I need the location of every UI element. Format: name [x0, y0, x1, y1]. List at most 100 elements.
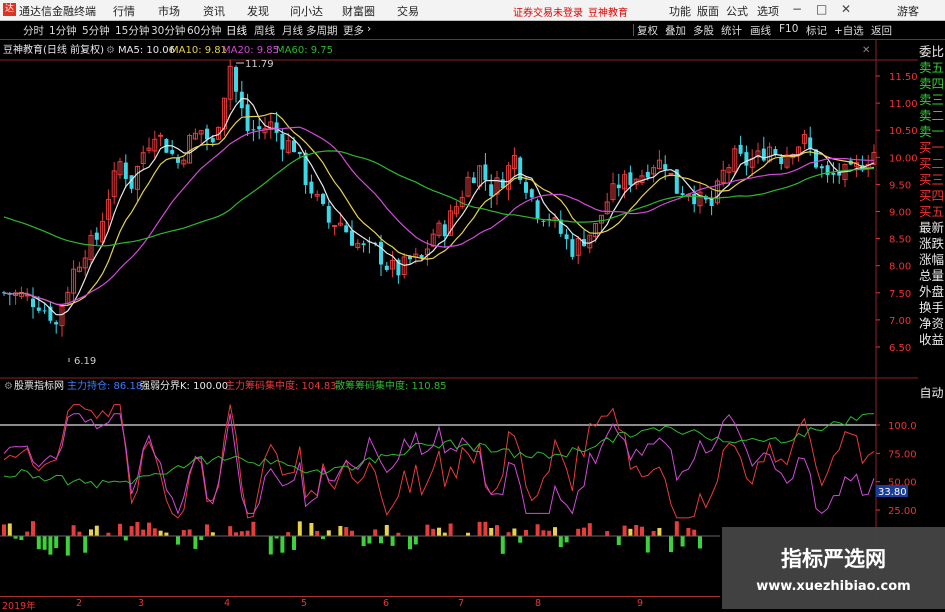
time-label: 4: [224, 598, 231, 609]
tf-daily[interactable]: 日线: [226, 23, 247, 38]
sidebar-earnings[interactable]: 收益: [918, 332, 945, 348]
menu-faxian[interactable]: 发现: [247, 3, 269, 19]
maximize-icon[interactable]: □: [816, 2, 827, 16]
indicator-bar-up: [512, 528, 517, 536]
sidebar-sell3[interactable]: 卖三: [918, 92, 945, 108]
tf-multi-period[interactable]: 多周期: [306, 23, 338, 38]
menu-gongneng[interactable]: 功能: [669, 3, 691, 19]
candle-body-down: [773, 149, 778, 155]
sidebar-change[interactable]: 涨跌: [918, 236, 945, 252]
indicator-title: 股票指标网: [14, 379, 64, 392]
indicator-tick-label: 25.00: [888, 506, 917, 517]
menu-hangqing[interactable]: 行情: [113, 3, 135, 19]
indicator-bar-up: [448, 523, 453, 536]
indicator-bar-up: [483, 521, 488, 536]
more-arrow-icon[interactable]: ›: [367, 23, 371, 35]
candle-body-down: [274, 122, 279, 133]
sidebar-weibi[interactable]: 委比: [918, 44, 945, 60]
kline-chart[interactable]: 豆神教育(日线 前复权) ⚙ MA5: 10.06 MA10: 9.81 MA2…: [0, 40, 918, 596]
indicator-bar-down: [65, 536, 70, 556]
indicator-bar-up: [506, 532, 511, 536]
indicator-bar-up: [605, 531, 610, 536]
btn-back[interactable]: 返回: [871, 23, 892, 38]
tf-fenshi[interactable]: 分时: [23, 23, 44, 38]
tf-monthly[interactable]: 月线: [282, 23, 303, 38]
sidebar-buy1[interactable]: 买一: [918, 140, 945, 156]
indicator-bar-up: [587, 523, 592, 536]
btn-add-watchlist[interactable]: +自选: [834, 23, 864, 38]
close-icon[interactable]: ✕: [841, 2, 851, 16]
price-tick-label: 7.00: [889, 316, 911, 327]
indicator-bar-up: [77, 531, 82, 536]
menu-gongshi[interactable]: 公式: [726, 3, 748, 19]
minimize-icon[interactable]: −: [792, 2, 802, 16]
candle-body-down: [680, 193, 685, 196]
btn-f10[interactable]: F10: [779, 23, 798, 35]
indicator-bar-up: [640, 526, 644, 536]
menu-banmian[interactable]: 版面: [697, 3, 719, 19]
sidebar-change-pct[interactable]: 涨幅: [918, 252, 945, 268]
tf-30min[interactable]: 30分钟: [151, 23, 185, 38]
indicator-bar-up: [657, 527, 662, 536]
indicator-bar-down: [367, 536, 372, 544]
sidebar-volume[interactable]: 总量: [918, 268, 945, 284]
sidebar-buy2[interactable]: 买二: [918, 156, 945, 172]
btn-biaoji[interactable]: 标记: [806, 23, 827, 38]
login-warning[interactable]: 证券交易未登录: [513, 4, 583, 19]
indicator-bar-up: [524, 529, 528, 536]
indicator-bar-up: [7, 523, 12, 536]
sidebar-sell2[interactable]: 卖二: [918, 108, 945, 124]
indicator-bar-up: [2, 524, 6, 536]
time-label: 2: [76, 598, 83, 609]
candle-body-down: [744, 152, 749, 166]
menu-wenxiaoda[interactable]: 问小达: [290, 3, 323, 19]
tf-5min[interactable]: 5分钟: [82, 23, 110, 38]
candle-body-up: [332, 225, 338, 228]
btn-duogu[interactable]: 多股: [693, 23, 714, 38]
candle-body-down: [483, 164, 488, 181]
btn-huaxian[interactable]: 画线: [750, 23, 771, 38]
tf-60min[interactable]: 60分钟: [187, 23, 221, 38]
candle-body-down: [616, 184, 621, 189]
tf-1min[interactable]: 1分钟: [49, 23, 77, 38]
indicator-bar-down: [83, 536, 88, 553]
indicator-bar-down: [176, 536, 180, 545]
menu-jiaoyi[interactable]: 交易: [397, 3, 419, 19]
sidebar-sell5[interactable]: 卖五: [918, 60, 945, 76]
candle-body-down: [245, 104, 250, 131]
auto-button[interactable]: 自动: [918, 384, 945, 401]
btn-tongji[interactable]: 统计: [721, 23, 742, 38]
indicator-bar-down: [280, 536, 285, 553]
menu-zixun[interactable]: 资讯: [203, 3, 225, 19]
sidebar-buy5[interactable]: 买五: [918, 204, 945, 220]
tf-more[interactable]: 更多: [343, 23, 364, 38]
sidebar-sell4[interactable]: 卖四: [918, 76, 945, 92]
indicator-bar-up: [326, 530, 331, 536]
menu-caifuquan[interactable]: 财富圈: [342, 3, 375, 19]
indicator-bar-down: [48, 536, 53, 555]
menu-shichang[interactable]: 市场: [158, 3, 180, 19]
watermark: 指标严选网 www.xuezhibiao.com: [722, 527, 945, 609]
sidebar-latest[interactable]: 最新: [918, 220, 945, 236]
close-chart-icon[interactable]: ✕: [862, 45, 870, 56]
guest-label[interactable]: 游客: [897, 3, 919, 19]
sidebar-outer[interactable]: 外盘: [918, 284, 945, 300]
tf-15min[interactable]: 15分钟: [115, 23, 149, 38]
settings-gear-icon[interactable]: ⚙: [106, 45, 115, 56]
candle-body-up: [158, 134, 164, 137]
indicator-settings-icon[interactable]: ⚙: [4, 381, 13, 392]
btn-fuquan[interactable]: 复权: [637, 23, 658, 38]
sidebar-buy3[interactable]: 买三: [918, 172, 945, 188]
indicator-bar-up: [234, 532, 238, 536]
sidebar-net-assets[interactable]: 净资: [918, 316, 945, 332]
indicator-bar-up: [228, 526, 233, 536]
menu-xuanxiang[interactable]: 选项: [757, 3, 779, 19]
sidebar-buy4[interactable]: 买四: [918, 188, 945, 204]
tf-weekly[interactable]: 周线: [254, 23, 275, 38]
time-label: 5: [301, 598, 308, 609]
btn-diejia[interactable]: 叠加: [665, 23, 686, 38]
sidebar-turnover[interactable]: 换手: [918, 300, 945, 316]
indicator-bar-down: [558, 536, 563, 548]
sidebar-sell1[interactable]: 卖一: [918, 124, 945, 140]
indicator-bar-up: [547, 530, 552, 536]
